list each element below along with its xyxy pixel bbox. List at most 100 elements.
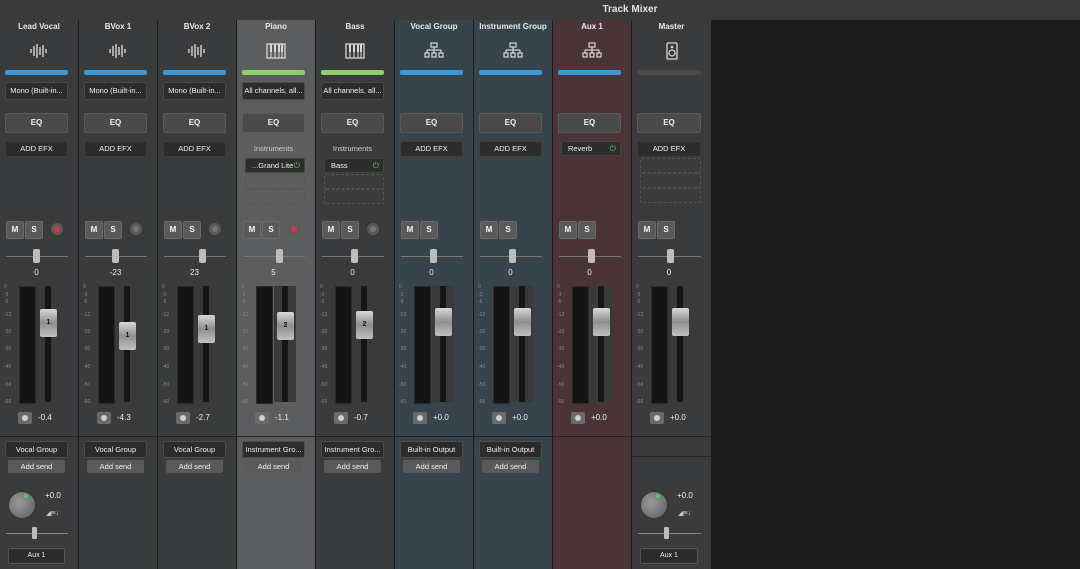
mute-button[interactable]: M [401,221,419,239]
pan-slider-handle[interactable] [588,249,595,263]
output-routing-selector[interactable]: Instrument Gro... [321,441,384,458]
power-icon[interactable]: ⏻ [294,159,300,172]
output-routing-selector[interactable]: Built-in Output [479,441,542,458]
add-send-button[interactable]: Add send [482,460,539,473]
record-arm-button[interactable] [367,223,379,235]
solo-button[interactable]: S [578,221,596,239]
add-efx-button[interactable]: ADD EFX [163,141,226,157]
volume-fader-handle[interactable]: 1 [40,309,57,337]
output-routing-selector[interactable]: Built-in Output [400,441,463,458]
pan-slider-handle[interactable] [351,249,358,263]
record-arm-button[interactable] [209,223,221,235]
add-efx-button[interactable]: ADD EFX [479,141,542,157]
add-send-button[interactable]: Add send [87,460,144,473]
output-mode-icon[interactable] [650,412,664,424]
empty-plugin-slot[interactable] [324,189,384,204]
solo-button[interactable]: S [183,221,201,239]
add-send-button[interactable]: Add send [324,460,381,473]
add-efx-button[interactable]: ADD EFX [5,141,68,157]
volume-fader-handle[interactable]: 1 [198,315,215,343]
add-send-button[interactable]: Add send [166,460,223,473]
output-mode-icon[interactable] [334,412,348,424]
mute-button[interactable]: M [480,221,498,239]
empty-plugin-slot[interactable] [245,174,305,189]
eq-button[interactable]: EQ [321,113,384,133]
pan-slider-handle[interactable] [112,249,119,263]
mute-button[interactable]: M [85,221,103,239]
pan-slider-handle[interactable] [276,249,283,263]
eq-button[interactable]: EQ [5,113,68,133]
volume-fader-handle[interactable] [514,308,531,336]
track-name[interactable]: BVox 1 [79,22,157,31]
eq-button[interactable]: EQ [479,113,542,133]
empty-plugin-slot[interactable] [640,158,701,173]
input-selector[interactable]: Mono (Built-in... [84,82,147,100]
track-name[interactable]: Piano [237,22,315,31]
send-slider-handle[interactable] [664,527,669,539]
pan-slider-handle[interactable] [509,249,516,263]
empty-plugin-slot[interactable] [640,188,701,203]
mute-button[interactable]: M [322,221,340,239]
output-mode-icon[interactable] [571,412,585,424]
record-arm-button[interactable] [288,223,300,235]
solo-button[interactable]: S [341,221,359,239]
input-selector[interactable]: All channels, all... [321,82,384,100]
eq-button[interactable]: EQ [558,113,621,133]
send-target-selector[interactable]: Aux 1 [8,548,65,564]
output-routing-selector[interactable]: Vocal Group [84,441,147,458]
volume-fader-handle[interactable] [672,308,689,336]
input-selector[interactable]: Mono (Built-in... [163,82,226,100]
mute-button[interactable]: M [638,221,656,239]
volume-fader-handle[interactable]: 1 [119,322,136,350]
volume-fader-handle[interactable] [593,308,610,336]
input-selector[interactable]: Mono (Built-in... [5,82,68,100]
solo-button[interactable]: S [420,221,438,239]
output-mode-icon[interactable] [18,412,32,424]
send-level-knob[interactable] [8,491,36,519]
track-name[interactable]: Vocal Group [395,22,473,31]
eq-button[interactable]: EQ [637,113,701,133]
add-send-button[interactable]: Add send [245,460,302,473]
instrument-plugin-slot[interactable]: Bass ⏻ [324,158,384,173]
volume-fader-handle[interactable]: 2 [356,311,373,339]
pan-slider-handle[interactable] [199,249,206,263]
output-mode-icon[interactable] [492,412,506,424]
track-name[interactable]: Bass [316,22,394,31]
track-name[interactable]: Master [632,22,711,31]
power-icon[interactable]: ⏻ [610,142,616,155]
add-efx-button[interactable]: ADD EFX [400,141,463,157]
track-name[interactable]: Lead Vocal [0,22,78,31]
track-name[interactable]: Instrument Group [474,22,552,31]
add-efx-button[interactable]: ADD EFX [84,141,147,157]
input-selector[interactable]: All channels, all... [242,82,305,100]
output-routing-selector[interactable]: Vocal Group [163,441,226,458]
solo-button[interactable]: S [499,221,517,239]
pan-slider-handle[interactable] [430,249,437,263]
solo-button[interactable]: S [104,221,122,239]
send-target-selector[interactable]: Aux 1 [640,548,698,564]
instrument-plugin-slot[interactable]: ...Grand Lite ⏻ [245,158,305,173]
track-name[interactable]: Aux 1 [553,22,631,31]
record-arm-button[interactable] [51,223,63,235]
empty-plugin-slot[interactable] [640,173,701,188]
output-mode-icon[interactable] [413,412,427,424]
send-level-knob[interactable] [640,491,668,519]
eq-button[interactable]: EQ [84,113,147,133]
output-mode-icon[interactable] [255,412,269,424]
effect-plugin-slot[interactable]: Reverb ⏻ [561,141,621,156]
add-send-button[interactable]: Add send [8,460,65,473]
solo-button[interactable]: S [262,221,280,239]
empty-plugin-slot[interactable] [245,189,305,204]
eq-button[interactable]: EQ [242,113,305,133]
add-send-button[interactable]: Add send [403,460,460,473]
record-arm-button[interactable] [130,223,142,235]
output-routing-selector[interactable]: Vocal Group [5,441,68,458]
eq-button[interactable]: EQ [163,113,226,133]
pan-slider-handle[interactable] [667,249,674,263]
solo-button[interactable]: S [657,221,675,239]
volume-fader-handle[interactable] [435,308,452,336]
pan-slider-handle[interactable] [33,249,40,263]
power-icon[interactable]: ⏻ [373,159,379,172]
send-slider-handle[interactable] [32,527,37,539]
output-mode-icon[interactable] [176,412,190,424]
